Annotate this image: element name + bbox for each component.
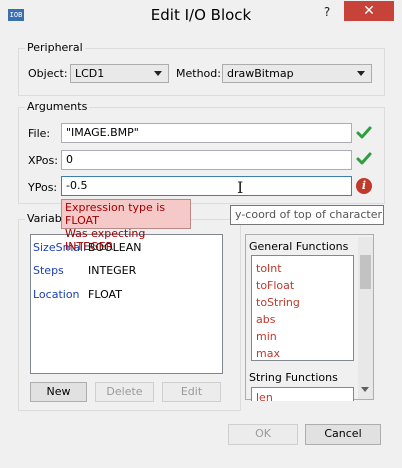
variable-name: Location [33, 288, 80, 301]
chevron-down-icon [357, 71, 365, 76]
window-title: Edit I/O Block [150, 6, 252, 24]
delete-variable-button[interactable]: Delete [95, 382, 154, 402]
functions-scrollbar[interactable] [358, 237, 373, 399]
error-icon: i [356, 178, 372, 194]
functions-panel: General Functions toInt toFloat toString… [245, 234, 374, 401]
string-functions-list[interactable]: len [251, 387, 354, 401]
close-button[interactable]: ✕ [344, 1, 394, 21]
check-icon [356, 126, 372, 139]
edit-io-block-dialog: IOB Edit I/O Block ? ✕ Peripheral Object… [0, 0, 402, 468]
string-functions-label: String Functions [249, 371, 338, 384]
file-label: File: [28, 127, 51, 140]
function-item[interactable]: len [256, 391, 273, 401]
variable-row[interactable]: Location FLOAT [31, 288, 222, 308]
function-item[interactable]: toInt [256, 262, 282, 275]
variables-list[interactable]: SizeSmall BOOLEAN Steps INTEGER Location… [30, 234, 223, 374]
peripheral-group-label: Peripheral [25, 41, 85, 54]
hint-tooltip: y-coord of top of character [230, 205, 384, 225]
variable-type: INTEGER [88, 264, 137, 277]
xpos-label: XPos: [28, 154, 58, 167]
variable-row[interactable]: Steps INTEGER [31, 264, 222, 284]
general-functions-list[interactable]: toInt toFloat toString abs min max [251, 255, 354, 361]
function-item[interactable]: min [256, 330, 277, 343]
chevron-down-icon [154, 71, 162, 76]
chevron-down-icon[interactable] [361, 387, 369, 392]
method-select-value: drawBitmap [227, 67, 294, 80]
method-label: Method: [176, 67, 221, 80]
xpos-field[interactable]: 0 [61, 150, 352, 170]
function-item[interactable]: toString [256, 296, 300, 309]
edit-variable-button[interactable]: Edit [162, 382, 221, 402]
function-item[interactable]: max [256, 347, 280, 360]
new-variable-button[interactable]: New [30, 382, 87, 402]
general-functions-label: General Functions [249, 240, 349, 253]
variable-type: FLOAT [88, 288, 122, 301]
function-item[interactable]: abs [256, 313, 275, 326]
title-bar: IOB Edit I/O Block ? ✕ [0, 0, 402, 30]
error-tooltip-line: Expression type is FLOAT [65, 201, 166, 227]
object-label: Object: [28, 67, 68, 80]
error-tooltip: Expression type is FLOAT Was expecting I… [61, 199, 191, 253]
variable-name: Steps [33, 264, 64, 277]
check-icon [356, 152, 372, 165]
help-button[interactable]: ? [318, 5, 336, 19]
error-tooltip-line: Was expecting INTEGER [65, 227, 146, 253]
arguments-group-label: Arguments [25, 100, 90, 113]
file-field[interactable]: "IMAGE.BMP" [61, 123, 352, 143]
ok-button[interactable]: OK [228, 424, 298, 445]
function-item[interactable]: toFloat [256, 279, 294, 292]
ypos-field[interactable]: -0.5 [61, 176, 352, 196]
object-select-value: LCD1 [75, 67, 105, 80]
scroll-thumb[interactable] [360, 255, 371, 289]
ypos-label: YPos: [28, 181, 58, 194]
method-select[interactable]: drawBitmap [222, 64, 372, 83]
text-cursor-icon: I [237, 178, 244, 197]
cancel-button[interactable]: Cancel [305, 424, 381, 445]
object-select[interactable]: LCD1 [70, 64, 169, 83]
